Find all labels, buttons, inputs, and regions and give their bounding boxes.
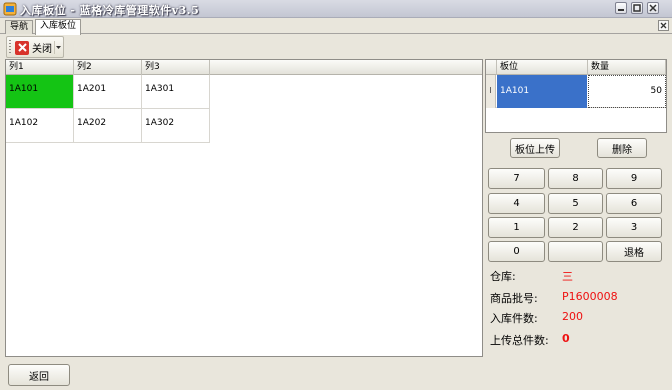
key-0[interactable]: 0 — [488, 241, 545, 262]
uploaded-total-label: 上传总件数: — [490, 334, 549, 347]
chevron-down-icon — [55, 45, 61, 49]
key-7[interactable]: 7 — [488, 168, 545, 189]
grid-cell[interactable]: 1A102 — [6, 109, 74, 143]
close-button-label: 关闭 — [32, 44, 52, 55]
row-header-corner — [486, 60, 497, 75]
upload-pallet-button[interactable]: 板位上传 — [510, 138, 560, 158]
batch-label: 商品批号: — [490, 292, 538, 305]
grid-cell[interactable]: 1A202 — [74, 109, 142, 143]
grid-cell[interactable]: 1A301 — [142, 75, 210, 109]
column-header[interactable]: 列1 — [6, 60, 74, 75]
close-icon — [660, 22, 667, 29]
batch-value: P1600008 — [562, 290, 618, 303]
selected-pallet-grid: 板位 数量 I 1A101 50 — [485, 59, 667, 133]
column-header[interactable]: 列3 — [142, 60, 210, 75]
warehouse-value: 三 — [562, 270, 573, 283]
grid-cell[interactable]: 1A101 — [6, 75, 74, 109]
column-header[interactable]: 列2 — [74, 60, 142, 75]
table-row[interactable]: I 1A101 50 — [486, 75, 666, 108]
key-6[interactable]: 6 — [606, 193, 662, 214]
pallet-cell[interactable]: 1A101 — [497, 75, 587, 108]
app-icon — [3, 2, 17, 16]
bottom-bar — [0, 358, 672, 390]
minimize-button[interactable] — [615, 2, 627, 14]
minimize-icon — [618, 9, 624, 11]
inbound-count-value: 200 — [562, 310, 583, 323]
warehouse-label: 仓库: — [490, 270, 516, 283]
toolbar-dropdown-button[interactable] — [54, 41, 61, 54]
close-icon — [649, 4, 657, 12]
tab-inbound-pallet[interactable]: 入库板位 — [35, 19, 82, 35]
grid-cell[interactable]: 1A302 — [142, 109, 210, 143]
toolbar: 关闭 — [6, 36, 64, 58]
key-9[interactable]: 9 — [606, 168, 662, 189]
column-header[interactable]: 板位 — [497, 60, 588, 75]
maximize-icon — [633, 4, 641, 12]
tab-navigation[interactable]: 导航 — [5, 20, 34, 34]
column-header[interactable]: 数量 — [588, 60, 666, 75]
key-8[interactable]: 8 — [548, 168, 603, 189]
delete-button[interactable]: 删除 — [597, 138, 647, 158]
key-1[interactable]: 1 — [488, 217, 545, 238]
inbound-count-label: 入库件数: — [490, 312, 538, 325]
key-blank[interactable] — [548, 241, 603, 262]
key-5[interactable]: 5 — [548, 193, 603, 214]
row-edit-marker[interactable]: I — [486, 75, 496, 108]
maximize-button[interactable] — [631, 2, 643, 14]
back-button[interactable]: 返回 — [8, 364, 70, 386]
toolbar-grip[interactable] — [9, 40, 11, 55]
uploaded-total-value: 0 — [562, 332, 570, 345]
close-button[interactable]: 关闭 — [15, 39, 58, 56]
window-title: 入库板位 - 蓝格冷库管理软件v3.5 — [20, 4, 200, 17]
key-2[interactable]: 2 — [548, 217, 603, 238]
pallet-location-grid: 列1 列2 列3 1A101 1A201 1A301 1A102 1A202 1… — [5, 59, 483, 357]
selected-grid-header: 板位 数量 — [486, 60, 666, 75]
window-close-button[interactable] — [647, 2, 659, 14]
key-4[interactable]: 4 — [488, 193, 545, 214]
close-red-icon — [15, 40, 29, 55]
tab-close-button[interactable] — [658, 20, 669, 31]
pallet-grid-header: 列1 列2 列3 — [6, 60, 482, 75]
tab-strip: 导航 入库板位 — [0, 18, 672, 35]
key-3[interactable]: 3 — [606, 217, 662, 238]
title-bar: 入库板位 - 蓝格冷库管理软件v3.5 — [0, 0, 672, 18]
grid-cell[interactable]: 1A201 — [74, 75, 142, 109]
backspace-button[interactable]: 退格 — [606, 241, 662, 262]
quantity-cell[interactable]: 50 — [588, 75, 666, 108]
